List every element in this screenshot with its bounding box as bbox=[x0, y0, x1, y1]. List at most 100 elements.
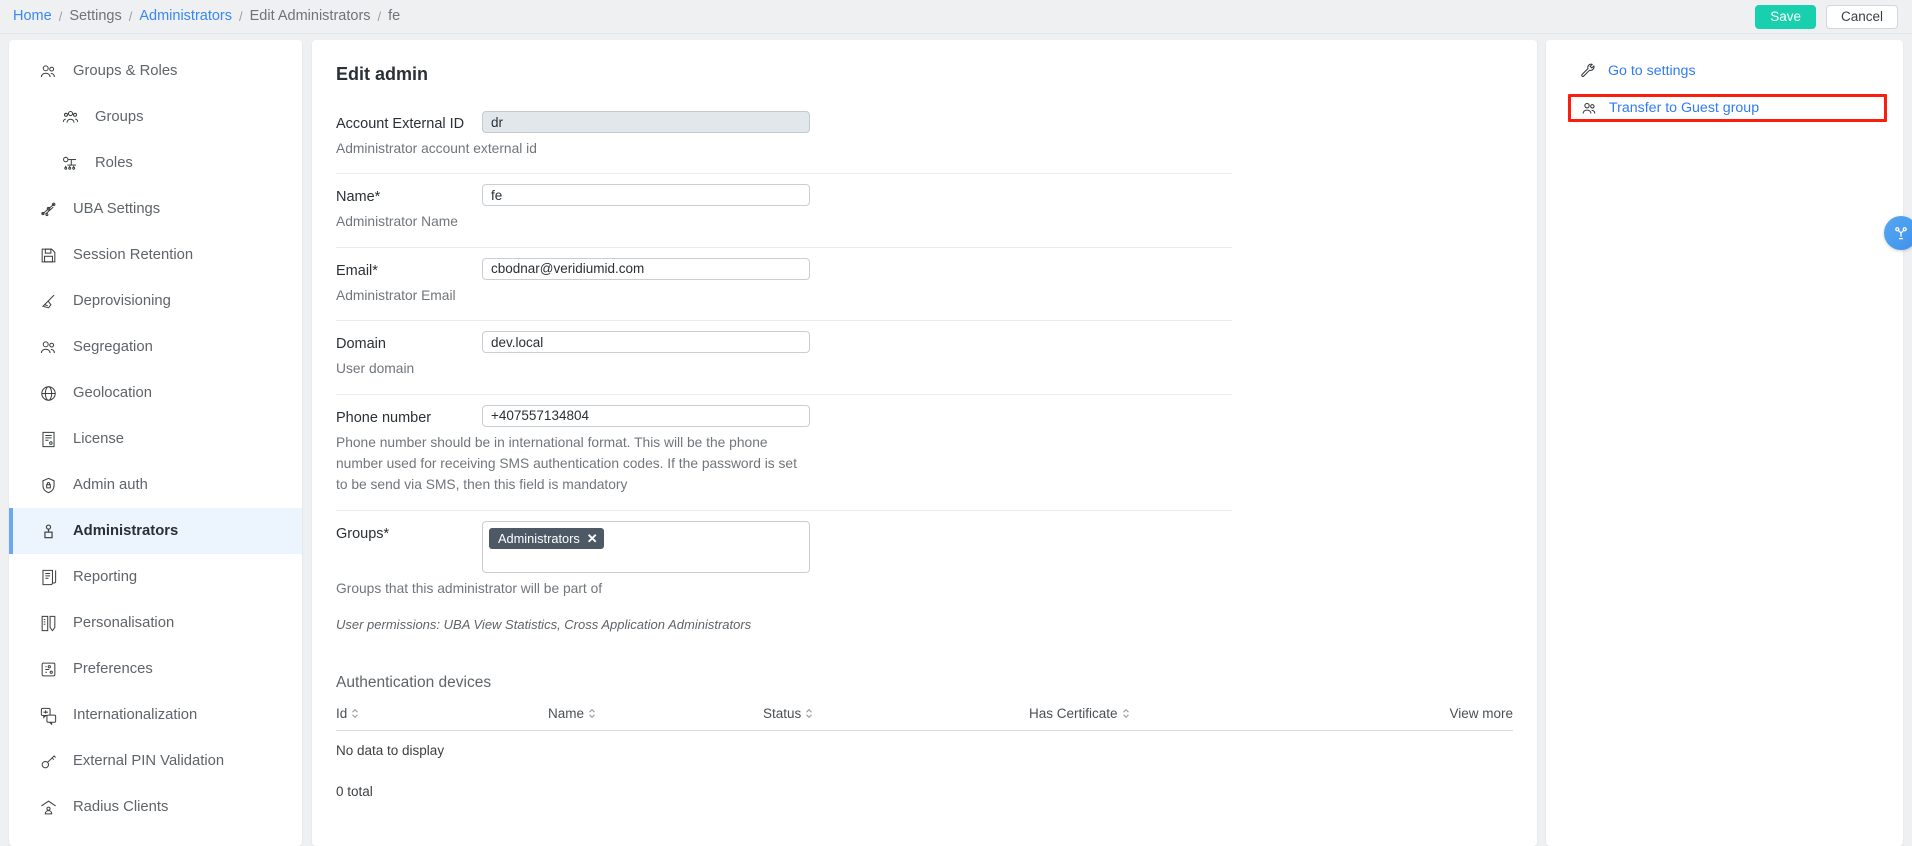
sidebar-item-label: Groups bbox=[95, 109, 144, 125]
sidebar-item-administrators[interactable]: Administrators bbox=[9, 508, 302, 554]
users-transfer-icon bbox=[1579, 98, 1599, 118]
sidebar-item-label: Roles bbox=[95, 155, 133, 171]
sidebar-item-label: Internationalization bbox=[73, 707, 198, 723]
side-action-label: Go to settings bbox=[1608, 63, 1696, 79]
page-layout: Groups & Roles Groups Roles UBA Settings… bbox=[0, 34, 1912, 846]
domain-input[interactable] bbox=[482, 331, 810, 354]
sidebar-item-label: Personalisation bbox=[73, 615, 175, 631]
sidebar-item-geolocation[interactable]: Geolocation bbox=[9, 370, 302, 416]
sidebar-item-roles[interactable]: Roles bbox=[9, 140, 302, 186]
breadcrumb-item-edit-administrators[interactable]: Edit Administrators bbox=[250, 9, 371, 24]
field-label: Domain bbox=[336, 336, 386, 353]
breadcrumb-separator: / bbox=[128, 9, 133, 24]
field-label: Phone number bbox=[336, 409, 432, 426]
field-row-phone-number: Phone number Phone number should be in i… bbox=[336, 395, 1232, 511]
radius-icon bbox=[37, 796, 59, 818]
breadcrumb-separator: / bbox=[377, 9, 382, 24]
breadcrumb-item-home[interactable]: Home bbox=[13, 9, 52, 24]
field-help-text: Administrator Email bbox=[336, 287, 456, 303]
wrench-icon bbox=[1578, 61, 1598, 81]
breadcrumb-separator: / bbox=[239, 9, 243, 24]
sidebar-item-label: License bbox=[73, 431, 125, 447]
top-bar: Home / Settings / Administrators / Edit … bbox=[0, 0, 1912, 34]
sidebar-item-reporting[interactable]: Reporting bbox=[9, 554, 302, 600]
table-header-row: Id Name Status Has Certificate View more bbox=[336, 706, 1513, 731]
shield-lock-icon bbox=[37, 474, 59, 496]
field-row-name: Name* Administrator Name bbox=[336, 174, 1232, 248]
cancel-button[interactable]: Cancel bbox=[1825, 4, 1898, 29]
column-label: Status bbox=[763, 706, 802, 721]
sidebar-item-label: Radius Clients bbox=[73, 799, 169, 815]
field-label: Groups* bbox=[336, 525, 390, 542]
breadcrumb-item-settings[interactable]: Settings bbox=[69, 9, 121, 24]
close-icon[interactable]: ✕ bbox=[587, 532, 598, 545]
breadcrumb-item-current: fe bbox=[388, 8, 401, 25]
side-action-label: Transfer to Guest group bbox=[1609, 100, 1760, 116]
main-content-card: Edit admin Account External ID Administr… bbox=[312, 40, 1537, 846]
field-row-email: Email* Administrator Email bbox=[336, 248, 1232, 322]
users-icon bbox=[37, 336, 59, 358]
account-external-id-input[interactable] bbox=[482, 111, 810, 133]
field-label: Account External ID bbox=[336, 116, 465, 132]
sidebar: Groups & Roles Groups Roles UBA Settings… bbox=[9, 40, 302, 846]
sidebar-item-preferences[interactable]: Preferences bbox=[9, 646, 302, 692]
go-to-settings-link[interactable]: Go to settings bbox=[1574, 58, 1883, 84]
sort-chevron-icon[interactable] bbox=[805, 708, 813, 719]
sidebar-item-personalisation[interactable]: Personalisation bbox=[9, 600, 302, 646]
field-row-account-external-id: Account External ID Administrator accoun… bbox=[336, 101, 1232, 175]
right-actions-panel: Go to settings Transfer to Guest group bbox=[1546, 40, 1903, 846]
edit-admin-form: Account External ID Administrator accoun… bbox=[312, 85, 1232, 646]
sidebar-item-segregation[interactable]: Segregation bbox=[9, 324, 302, 370]
sidebar-item-license[interactable]: License bbox=[9, 416, 302, 462]
sidebar-item-label: UBA Settings bbox=[73, 201, 161, 217]
report-doc-icon bbox=[37, 566, 59, 588]
sort-chevron-icon[interactable] bbox=[351, 708, 359, 719]
sidebar-item-deprovisioning[interactable]: Deprovisioning bbox=[9, 278, 302, 324]
group-chip-administrators[interactable]: Administrators ✕ bbox=[489, 527, 604, 549]
table-empty-message: No data to display bbox=[336, 743, 445, 758]
sidebar-item-groups[interactable]: Groups bbox=[9, 94, 302, 140]
sidebar-item-label: Preferences bbox=[73, 661, 153, 677]
column-header-has-certificate[interactable]: Has Certificate bbox=[1029, 706, 1284, 721]
toolbar-actions: Save Cancel bbox=[1755, 4, 1912, 29]
sidebar-item-label: Geolocation bbox=[73, 385, 152, 401]
field-help-text: Administrator Name bbox=[336, 214, 458, 230]
broom-icon bbox=[37, 290, 59, 312]
share-node-icon[interactable] bbox=[1884, 216, 1912, 250]
groups-multiselect[interactable]: Administrators ✕ bbox=[482, 520, 810, 573]
column-header-status[interactable]: Status bbox=[763, 706, 1029, 721]
sidebar-item-label: Segregation bbox=[73, 339, 153, 355]
table-total-count: 0 total bbox=[336, 784, 373, 799]
authentication-devices-table: Id Name Status Has Certificate View more… bbox=[312, 692, 1537, 799]
sidebar-item-uba-settings[interactable]: UBA Settings bbox=[9, 186, 302, 232]
column-label: Id bbox=[336, 706, 348, 721]
sidebar-item-internationalization[interactable]: Internationalization bbox=[9, 692, 302, 738]
sidebar-item-session-retention[interactable]: Session Retention bbox=[9, 232, 302, 278]
license-doc-icon bbox=[37, 428, 59, 450]
sidebar-item-label: Reporting bbox=[73, 569, 138, 585]
field-row-domain: Domain User domain bbox=[336, 321, 1232, 395]
transfer-to-guest-group-link[interactable]: Transfer to Guest group bbox=[1568, 94, 1887, 122]
roles-network-icon bbox=[59, 152, 81, 174]
sidebar-item-groups-roles[interactable]: Groups & Roles bbox=[9, 48, 302, 94]
admin-person-icon bbox=[37, 520, 59, 542]
sort-chevron-icon[interactable] bbox=[588, 708, 596, 719]
sidebar-item-label: Admin auth bbox=[73, 477, 148, 493]
breadcrumb-item-administrators[interactable]: Administrators bbox=[139, 9, 232, 24]
sort-chevron-icon[interactable] bbox=[1122, 708, 1130, 719]
sidebar-item-admin-auth[interactable]: Admin auth bbox=[9, 462, 302, 508]
sidebar-item-radius-clients[interactable]: Radius Clients bbox=[9, 784, 302, 830]
email-input[interactable] bbox=[482, 257, 810, 280]
save-button[interactable]: Save bbox=[1755, 4, 1816, 29]
column-header-name[interactable]: Name bbox=[548, 706, 763, 721]
breadcrumb: Home / Settings / Administrators / Edit … bbox=[0, 9, 400, 24]
users-icon bbox=[37, 60, 59, 82]
sidebar-item-external-pin-validation[interactable]: External PIN Validation bbox=[9, 738, 302, 784]
phone-number-input[interactable] bbox=[482, 404, 810, 427]
column-header-id[interactable]: Id bbox=[336, 706, 548, 721]
column-label: Name bbox=[548, 706, 585, 721]
personalisation-icon bbox=[37, 612, 59, 634]
sidebar-item-advanced[interactable]: Advanced bbox=[9, 830, 302, 846]
column-header-view-more: View more bbox=[1284, 706, 1513, 721]
name-input[interactable] bbox=[482, 184, 810, 207]
